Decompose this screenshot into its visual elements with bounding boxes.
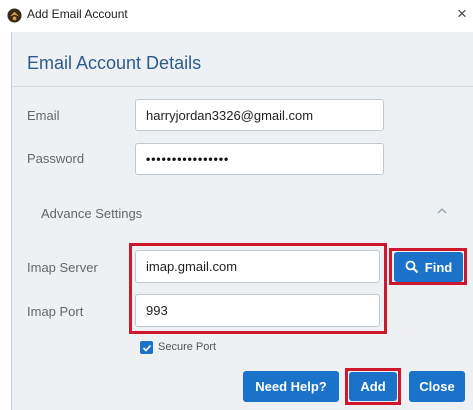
email-value: harryjordan3326@gmail.com <box>146 107 314 123</box>
close-button[interactable]: Close <box>409 371 465 402</box>
chevron-up-icon[interactable] <box>436 206 448 216</box>
highlight-find-button <box>389 248 467 285</box>
email-label: Email <box>27 108 60 123</box>
password-value: •••••••••••••••• <box>146 152 230 166</box>
highlight-imap-fields <box>129 243 387 334</box>
email-field[interactable]: harryjordan3326@gmail.com <box>135 99 384 131</box>
title-bar: Add Email Account × <box>0 0 473 32</box>
advance-settings-label[interactable]: Advance Settings <box>41 206 142 221</box>
divider <box>12 86 473 87</box>
highlight-add-button <box>345 368 401 405</box>
dialog-panel <box>11 32 473 410</box>
password-label: Password <box>27 151 85 166</box>
imap-server-label: Imap Server <box>27 260 98 275</box>
app-icon <box>7 8 22 23</box>
checkmark-icon <box>142 344 151 352</box>
secure-port-checkbox[interactable] <box>140 341 153 354</box>
password-field[interactable]: •••••••••••••••• <box>135 143 384 175</box>
close-icon[interactable]: × <box>457 4 467 24</box>
imap-port-label: Imap Port <box>27 304 84 319</box>
window-title: Add Email Account <box>27 7 128 21</box>
page-title: Email Account Details <box>27 53 202 73</box>
secure-port-label: Secure Port <box>158 341 217 353</box>
need-help-button[interactable]: Need Help? <box>243 371 339 402</box>
